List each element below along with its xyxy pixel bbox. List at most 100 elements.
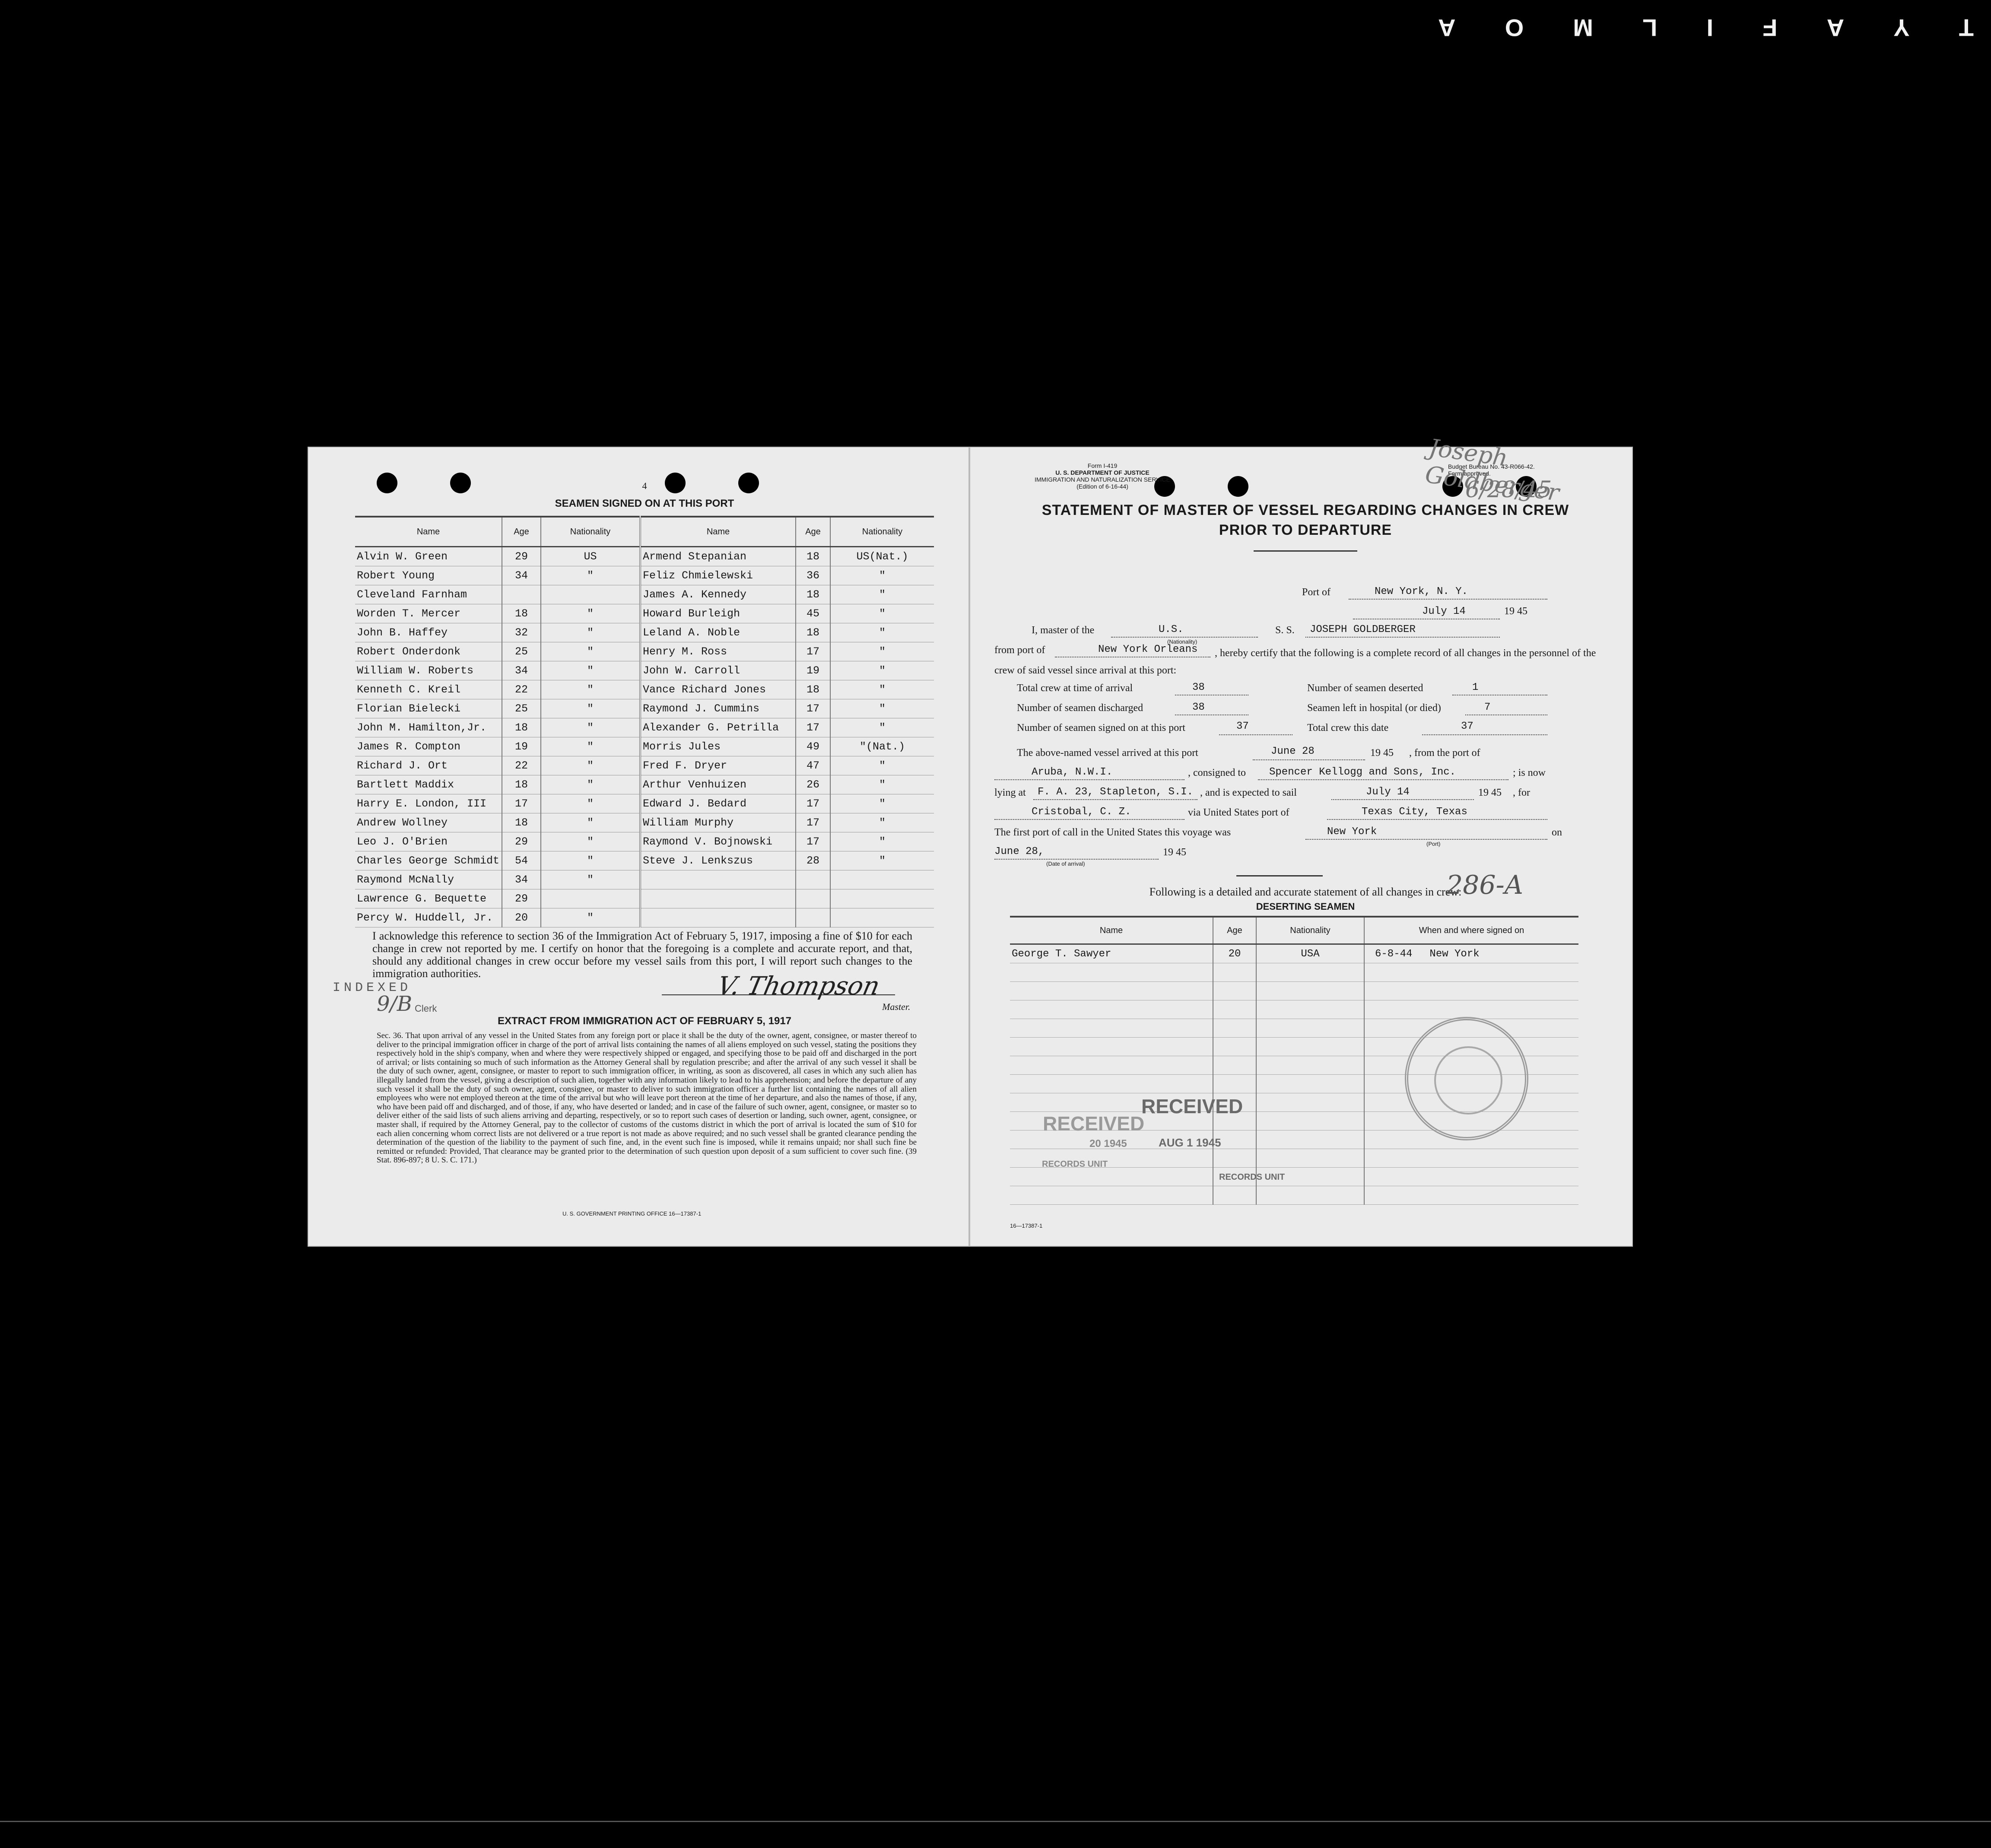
empty-cell [1213,1186,1256,1205]
arrived-year: 19 45 [1370,747,1394,759]
discharged: 38 [1192,702,1205,713]
deserter-when-where: 6-8-44 New York [1364,944,1578,963]
seaman-name: Arthur Venhuizen [639,775,796,794]
table-row: Florian Bielecki 25 " Raymond J. Cummins 17 " [355,699,934,718]
seaman-name: Charles George Schmidt [355,851,502,870]
deserter-age: 20 [1213,944,1256,963]
master-of-label: I, master of the [1032,625,1095,636]
empty-cell [1256,1111,1364,1130]
seaman-nationality: " [540,832,640,851]
hospital-label: Seamen left in hospital (or died) [1307,702,1441,714]
table-row: Worden T. Mercer 18 " Howard Burleigh 45 " [355,604,934,623]
title-rule [1254,550,1357,552]
nationality-underline [1111,637,1258,638]
seaman-nationality: " [830,566,934,585]
film-letter: F [1762,14,1778,42]
seaman-age: 36 [795,566,830,585]
empty-row [1010,963,1578,982]
seaman-nationality: " [540,699,640,718]
seaman-age: 22 [502,756,541,775]
empty-cell [1213,1019,1256,1038]
col-nationality: Nationality [830,516,934,547]
seaman-nationality: "(Nat.) [830,737,934,756]
arrived-date: June 28 [1271,746,1315,757]
seaman-nationality: " [830,832,934,851]
via-underline [1327,819,1547,820]
seaman-nationality: " [830,680,934,699]
table-row: Lawrence G. Bequette 29 [355,889,934,908]
col-name: Name [355,516,502,547]
col-age: Age [1213,916,1256,945]
records-unit-stamp: RECORDS UNIT [1219,1172,1285,1182]
empty-cell [1364,1000,1578,1019]
empty-cell [1213,1149,1256,1168]
seaman-age: 18 [502,718,541,737]
seaman-nationality: " [540,718,640,737]
seaman-name: Armend Stepanian [639,546,796,566]
seaman-nationality: " [540,623,640,642]
document-spread: 4 SEAMEN SIGNED ON AT THIS PORT Name Age… [308,434,1633,1247]
first-port: New York [1327,826,1377,838]
seaman-age: 34 [502,566,541,585]
seaman-nationality: " [830,661,934,680]
vessel-underline [1305,637,1500,638]
empty-cell [1213,981,1256,1000]
empty-cell [1256,963,1364,982]
total-today-label: Total crew this date [1307,722,1389,733]
title-line-1: STATEMENT OF MASTER OF VESSEL REGARDING … [1042,502,1569,518]
for-label: , for [1513,787,1530,798]
seaman-nationality: " [540,661,640,680]
seaman-nationality: " [830,699,934,718]
date-arrival-caption: (Date of arrival) [1046,860,1085,867]
printing-office-note: U. S. GOVERNMENT PRINTING OFFICE 16—1738… [562,1210,702,1217]
first-port-underline [1305,839,1547,840]
seaman-nationality: " [830,604,934,623]
official-seal-stamp [1405,1017,1528,1140]
seaman-age: 47 [795,756,830,775]
seaman-nationality: " [540,642,640,661]
seaman-name: John W. Carroll [639,661,796,680]
form-number: 16—17387-1 [1010,1222,1043,1229]
seaman-age: 49 [795,737,830,756]
seaman-nationality: " [540,756,640,775]
first-year: 19 45 [1163,847,1186,858]
seaman-name: Robert Onderdonk [355,642,502,661]
col-nationality: Nationality [1256,916,1364,945]
seaman-nationality: " [830,851,934,870]
empty-cell [1364,1186,1578,1205]
seaman-nationality: US [540,546,640,566]
seaman-name: James R. Compton [355,737,502,756]
film-letter: L [1642,14,1658,42]
table-row: William W. Roberts 34 " John W. Carroll 19 " [355,661,934,680]
seaman-age: 28 [795,851,830,870]
table-row: Bartlett Maddix 18 " Arthur Venhuizen 26 " [355,775,934,794]
seaman-nationality: " [540,680,640,699]
seaman-age: 19 [795,661,830,680]
film-letter: I [1706,14,1714,42]
seaman-name: Morris Jules [639,737,796,756]
deserter-name: George T. Sawyer [1010,944,1213,963]
seaman-age: 29 [502,832,541,851]
consigned-label: , consigned to [1188,767,1246,778]
col-nationality: Nationality [540,516,640,547]
lying-label: lying at [994,787,1026,798]
seaman-name: Bartlett Maddix [355,775,502,794]
first-date: June 28, [994,846,1045,857]
empty-cell [1364,1149,1578,1168]
empty-cell [1364,1167,1578,1186]
port-label: Port of [1302,587,1331,598]
seaman-age: 29 [502,889,541,908]
port-value: New York, N. Y. [1375,586,1468,597]
seaman-age: 18 [795,585,830,604]
service: IMMIGRATION AND NATURALIZATION SERVICE [1035,476,1170,483]
statement-title: STATEMENT OF MASTER OF VESSEL REGARDING … [994,500,1616,540]
seaman-nationality: " [540,794,640,813]
empty-cell [1213,1056,1256,1075]
seaman-nationality [830,908,934,927]
title-line-2: PRIOR TO DEPARTURE [1219,522,1392,538]
seaman-name: Leland A. Noble [639,623,796,642]
seaman-name [639,870,796,889]
seaman-age: 29 [502,546,541,566]
deserted: 1 [1472,682,1479,693]
film-letter: A [1438,14,1456,42]
